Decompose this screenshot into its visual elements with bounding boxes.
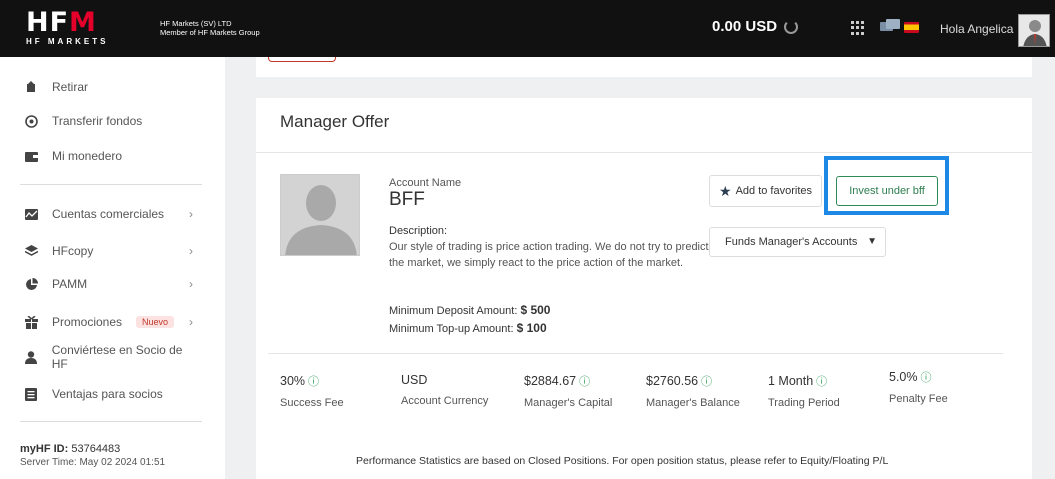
new-badge: Nuevo — [136, 316, 175, 328]
chevron-down-icon: ▼ — [867, 236, 877, 247]
chart-icon — [24, 207, 38, 221]
sidebar-divider — [20, 184, 202, 185]
hfm-logo[interactable]: HFM HF MARKETS — [26, 9, 136, 48]
add-to-favorites-button[interactable]: ★ Add to favorites — [709, 175, 822, 207]
minimum-deposit: Minimum Deposit Amount: $ 500 — [389, 303, 551, 317]
info-icon[interactable]: ⓘ — [816, 376, 827, 388]
user-greeting[interactable]: Hola Angelica — [940, 22, 1013, 36]
info-icon[interactable]: ⓘ — [701, 376, 712, 388]
account-name: BFF — [389, 189, 425, 210]
stat-account-currency: USD Account Currency — [401, 373, 489, 407]
transfer-icon — [24, 114, 38, 128]
performance-note: Performance Statistics are based on Clos… — [356, 455, 889, 467]
description-text: Our style of trading is price action tra… — [389, 241, 709, 269]
layers-icon — [24, 244, 38, 258]
description-label: Description: — [389, 225, 448, 237]
sidebar-item-cuentas[interactable]: Cuentas comerciales › — [24, 203, 199, 225]
list-icon — [24, 387, 38, 401]
previous-card — [256, 57, 1032, 77]
chat-icon[interactable] — [880, 19, 900, 35]
sidebar-item-transferir[interactable]: Transferir fondos — [24, 110, 199, 132]
sidebar-divider — [20, 421, 202, 422]
manager-avatar — [280, 174, 360, 256]
info-icon[interactable]: ⓘ — [579, 376, 590, 388]
sidebar-item-socio[interactable]: Conviértese en Socio de HF — [24, 343, 199, 371]
page-title: Manager Offer — [280, 112, 390, 131]
server-time: Server Time: May 02 2024 01:51 — [20, 457, 166, 468]
info-icon[interactable]: ⓘ — [921, 372, 932, 384]
sidebar-item-promociones[interactable]: Promociones Nuevo › — [24, 311, 199, 333]
sidebar-item-pamm[interactable]: PAMM › — [24, 273, 199, 295]
stats-divider — [268, 353, 1003, 354]
minimum-topup: Minimum Top-up Amount: $ 100 — [389, 321, 547, 335]
gift-icon — [24, 315, 38, 329]
sidebar-item-retirar[interactable]: Retirar — [24, 76, 199, 98]
chevron-right-icon: › — [189, 207, 193, 221]
company-info: HF Markets (SV) LTD Member of HF Markets… — [160, 19, 260, 37]
user-avatar[interactable] — [1018, 14, 1050, 47]
top-bar: HFM HF MARKETS HF Markets (SV) LTD Membe… — [0, 0, 1055, 57]
content-gutter — [225, 57, 256, 479]
info-icon[interactable]: ⓘ — [308, 376, 319, 388]
sidebar-footer: myHF ID: 53764483 Server Time: May 02 20… — [20, 443, 166, 468]
chevron-right-icon: › — [189, 315, 193, 329]
sidebar-item-monedero[interactable]: Mi monedero — [24, 145, 199, 167]
pie-icon — [24, 277, 38, 291]
sidebar: Retirar Transferir fondos Mi monedero Cu… — [0, 57, 225, 479]
stat-success-fee: 30% ⓘ Success Fee — [280, 374, 344, 409]
sidebar-item-hfcopy[interactable]: HFcopy › — [24, 240, 199, 262]
withdraw-icon — [24, 80, 38, 94]
stat-penalty-fee: 5.0% ⓘ Penalty Fee — [889, 370, 948, 405]
account-name-label: Account Name — [389, 177, 462, 189]
user-icon — [24, 350, 38, 364]
sidebar-item-ventajas[interactable]: Ventajas para socios — [24, 383, 199, 405]
funds-manager-accounts-select[interactable]: Funds Manager's Accounts ▼ — [709, 227, 886, 257]
wallet-icon — [24, 149, 38, 163]
logo-subtitle: HF MARKETS — [26, 37, 109, 46]
spain-flag-icon[interactable] — [904, 22, 919, 33]
apps-grid-icon[interactable] — [851, 21, 865, 35]
manager-offer-card: Manager Offer Account Name BFF Descripti… — [256, 98, 1032, 479]
account-balance: 0.00 USD — [712, 18, 778, 35]
stat-trading-period: 1 Month ⓘ Trading Period — [768, 374, 840, 409]
chevron-right-icon: › — [189, 277, 193, 291]
card-divider — [256, 152, 1032, 153]
stat-manager-balance: $2760.56 ⓘ Manager's Balance — [646, 374, 740, 409]
refresh-icon[interactable] — [784, 20, 798, 34]
stat-manager-capital: $2884.67 ⓘ Manager's Capital — [524, 374, 613, 409]
star-icon: ★ — [719, 182, 732, 199]
myhf-id: 53764483 — [71, 443, 121, 455]
chevron-right-icon: › — [189, 244, 193, 258]
invest-button[interactable]: Invest under bff — [836, 176, 938, 206]
previous-card-button[interactable] — [268, 57, 336, 62]
